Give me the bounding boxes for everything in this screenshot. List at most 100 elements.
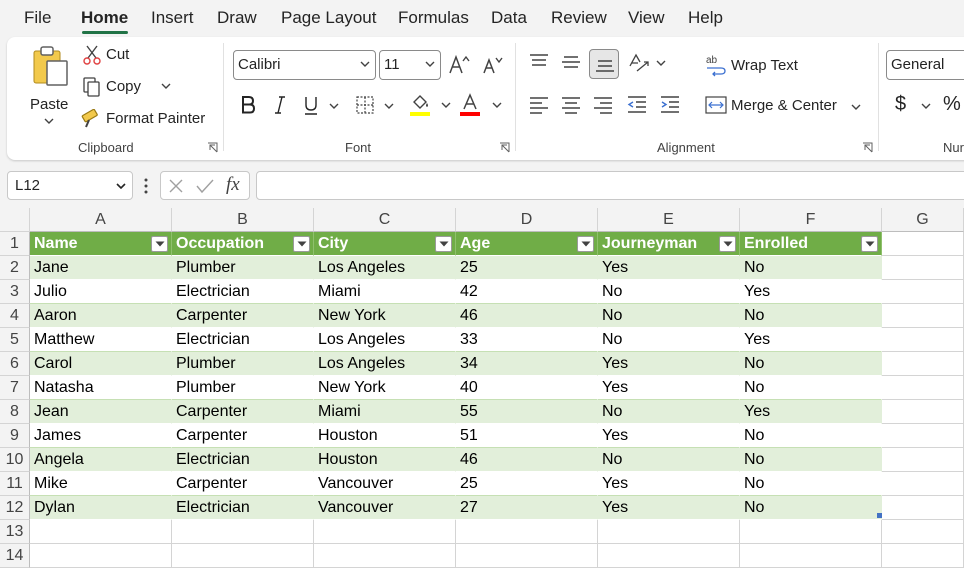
empty-cell[interactable] xyxy=(882,520,964,544)
table-cell[interactable]: Aaron xyxy=(30,304,172,328)
align-center-button[interactable] xyxy=(560,93,582,115)
empty-cell[interactable] xyxy=(882,424,964,448)
filter-dropdown-button[interactable] xyxy=(719,236,736,252)
filter-dropdown-button[interactable] xyxy=(577,236,594,252)
table-cell[interactable]: No xyxy=(598,304,740,328)
table-cell[interactable]: Los Angeles xyxy=(314,352,456,376)
row-header-1[interactable]: 1 xyxy=(0,232,30,256)
table-header-cell[interactable]: Name xyxy=(30,232,172,256)
table-cell[interactable]: 34 xyxy=(456,352,598,376)
clipboard-dialog-launcher-icon[interactable] xyxy=(207,142,218,153)
bottom-align-button[interactable] xyxy=(589,49,619,79)
tab-insert[interactable]: Insert xyxy=(151,8,194,28)
empty-cell[interactable] xyxy=(172,520,314,544)
row-header-13[interactable]: 13 xyxy=(0,520,30,544)
table-cell[interactable]: Yes xyxy=(740,328,882,352)
empty-cell[interactable] xyxy=(882,448,964,472)
column-header-d[interactable]: D xyxy=(456,208,598,232)
table-cell[interactable]: Carpenter xyxy=(172,304,314,328)
font-name-dropdown[interactable]: Calibri xyxy=(233,50,376,80)
row-header-11[interactable]: 11 xyxy=(0,472,30,496)
tab-draw[interactable]: Draw xyxy=(217,8,257,28)
table-cell[interactable]: No xyxy=(740,352,882,376)
tab-data[interactable]: Data xyxy=(491,8,527,28)
table-cell[interactable]: 46 xyxy=(456,448,598,472)
column-header-b[interactable]: B xyxy=(172,208,314,232)
cut-button[interactable]: Cut xyxy=(81,43,161,67)
column-header-e[interactable]: E xyxy=(598,208,740,232)
empty-cell[interactable] xyxy=(882,352,964,376)
currency-button[interactable]: $ xyxy=(895,93,935,117)
empty-cell[interactable] xyxy=(882,400,964,424)
empty-cell[interactable] xyxy=(882,376,964,400)
row-header-9[interactable]: 9 xyxy=(0,424,30,448)
empty-cell[interactable] xyxy=(740,520,882,544)
table-cell[interactable]: 27 xyxy=(456,496,598,520)
paste-chevron-down-icon[interactable] xyxy=(44,118,54,124)
table-cell[interactable]: No xyxy=(740,424,882,448)
table-cell[interactable]: Los Angeles xyxy=(314,328,456,352)
row-header-10[interactable]: 10 xyxy=(0,448,30,472)
table-cell[interactable]: Natasha xyxy=(30,376,172,400)
row-header-6[interactable]: 6 xyxy=(0,352,30,376)
filter-dropdown-button[interactable] xyxy=(293,236,310,252)
table-cell[interactable]: No xyxy=(740,448,882,472)
table-header-cell[interactable]: Enrolled xyxy=(740,232,882,256)
align-left-button[interactable] xyxy=(528,93,550,115)
table-cell[interactable]: Angela xyxy=(30,448,172,472)
empty-cell[interactable] xyxy=(740,544,882,568)
empty-cell[interactable] xyxy=(30,520,172,544)
table-cell[interactable]: New York xyxy=(314,304,456,328)
table-cell[interactable]: Plumber xyxy=(172,352,314,376)
empty-cell[interactable] xyxy=(172,544,314,568)
row-header-5[interactable]: 5 xyxy=(0,328,30,352)
table-cell[interactable]: Electrician xyxy=(172,496,314,520)
bold-button[interactable] xyxy=(239,94,257,116)
cancel-x-icon[interactable] xyxy=(168,178,184,194)
table-cell[interactable]: Carol xyxy=(30,352,172,376)
table-cell[interactable]: Carpenter xyxy=(172,424,314,448)
table-cell[interactable]: Los Angeles xyxy=(314,256,456,280)
table-cell[interactable]: James xyxy=(30,424,172,448)
fill-color-button[interactable] xyxy=(409,92,453,118)
insert-function-icon[interactable]: fx xyxy=(226,174,240,196)
table-cell[interactable]: 42 xyxy=(456,280,598,304)
table-cell[interactable]: Miami xyxy=(314,280,456,304)
formula-input[interactable] xyxy=(256,171,964,200)
font-dialog-launcher-icon[interactable] xyxy=(499,142,510,153)
table-cell[interactable]: Yes xyxy=(598,352,740,376)
table-cell[interactable]: No xyxy=(740,256,882,280)
percent-button[interactable]: % xyxy=(943,93,964,117)
table-cell[interactable]: Houston xyxy=(314,448,456,472)
row-header-8[interactable]: 8 xyxy=(0,400,30,424)
align-right-button[interactable] xyxy=(592,93,614,115)
tab-home[interactable]: Home xyxy=(81,8,128,28)
empty-cell[interactable] xyxy=(882,304,964,328)
table-cell[interactable]: Matthew xyxy=(30,328,172,352)
empty-cell[interactable] xyxy=(598,520,740,544)
merge-center-button[interactable]: Merge & Center xyxy=(705,93,865,119)
table-cell[interactable]: Yes xyxy=(598,376,740,400)
table-cell[interactable]: Vancouver xyxy=(314,472,456,496)
table-cell[interactable]: No xyxy=(740,376,882,400)
increase-font-size-button[interactable] xyxy=(447,53,471,77)
middle-align-button[interactable] xyxy=(560,51,582,73)
table-cell[interactable]: Jean xyxy=(30,400,172,424)
table-cell[interactable]: No xyxy=(598,448,740,472)
tab-file[interactable]: File xyxy=(24,8,51,28)
paste-button[interactable]: Paste xyxy=(25,43,75,129)
row-header-3[interactable]: 3 xyxy=(0,280,30,304)
borders-button[interactable] xyxy=(355,94,397,116)
copy-chevron-down-icon[interactable] xyxy=(161,83,171,89)
more-options-icon[interactable] xyxy=(144,178,148,194)
table-cell[interactable]: Julio xyxy=(30,280,172,304)
table-cell[interactable]: Dylan xyxy=(30,496,172,520)
empty-cell[interactable] xyxy=(598,544,740,568)
filter-dropdown-button[interactable] xyxy=(861,236,878,252)
copy-button[interactable]: Copy xyxy=(81,75,181,99)
enter-check-icon[interactable] xyxy=(196,178,214,194)
empty-cell[interactable] xyxy=(456,520,598,544)
table-cell[interactable]: Jane xyxy=(30,256,172,280)
table-cell[interactable]: Electrician xyxy=(172,328,314,352)
orientation-button[interactable] xyxy=(627,51,667,75)
